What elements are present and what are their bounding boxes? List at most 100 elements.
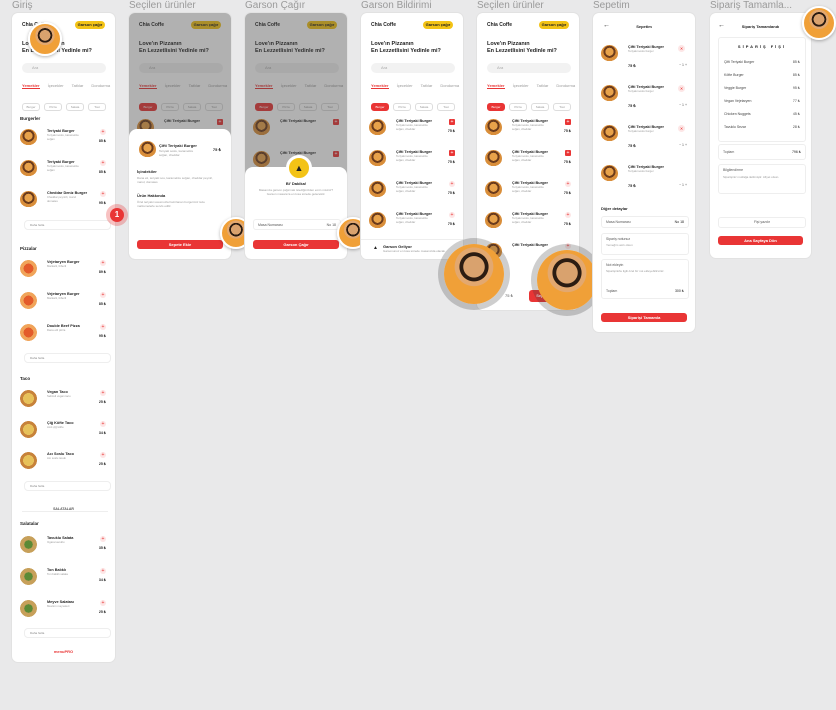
- menu-item[interactable]: Çifti Teriyaki Burger Teriyaki soslu, kar…: [369, 210, 455, 234]
- section-title: Burgerler: [20, 116, 41, 121]
- more-button[interactable]: Daha fazla: [24, 353, 111, 363]
- add-icon: +: [100, 324, 106, 330]
- menu-item[interactable]: Çifti Teriyaki Burger Teriyaki soslu, kar…: [369, 179, 455, 203]
- table-number-field[interactable]: Masa Numarası No 18: [601, 216, 689, 228]
- tab-yemekler: Yemekler: [22, 83, 40, 89]
- tab-icecekler: İçecekler: [47, 83, 64, 88]
- tab-tatlilar: Tatlılar: [71, 83, 84, 88]
- add-icon: +: [100, 421, 106, 427]
- menu-item[interactable]: Acı Soslu Taco Acı soslu tavuk 25 ₺ +: [20, 450, 106, 474]
- trash-icon[interactable]: ✕: [678, 45, 685, 52]
- trash-icon[interactable]: ✕: [678, 85, 685, 92]
- order-note-field[interactable]: Sipariş notunuz Yemeğim acılı olsun: [601, 233, 689, 255]
- ingredients-title: İçindekiler: [137, 169, 157, 174]
- waiter-call-button[interactable]: Garson çağır: [539, 21, 569, 29]
- frame-title-siparis: Sipariş Tamamla...: [710, 0, 793, 11]
- menu-item[interactable]: Teriyaki Burger Teriyaki soslu, karameliz…: [20, 158, 106, 182]
- search-input[interactable]: Ara: [371, 63, 455, 73]
- notification-toast: ▲ Garson Geliyor Garsonunuz en kısa süre…: [361, 239, 463, 259]
- menu-item[interactable]: Çiğ Köfte Taco Acılı çiğ köfte 34 ₺ +: [20, 419, 106, 443]
- menu-item[interactable]: Çifti Teriyaki Burger Teriyaki soslu, kar…: [485, 210, 571, 234]
- category-tabs[interactable]: Yemekler İçecekler Tatlılar Dondurma: [371, 83, 463, 89]
- menu-item[interactable]: Vejetaryen Burger Mantarlı, biberli 89 ₺ +: [20, 258, 106, 282]
- add-icon: +: [100, 390, 106, 396]
- menu-item[interactable]: Çifti Teriyaki Burger Teriyaki soslu, kar…: [369, 148, 455, 172]
- menu-item[interactable]: Cheddar Deniz Burger Cheddar peynirli, ma…: [20, 189, 106, 213]
- avatar-cursor: [444, 244, 504, 304]
- add-icon: +: [100, 260, 106, 266]
- brand: Chia Coffe: [371, 22, 396, 28]
- cart-item: Çifti Teriyaki Burger Teriyaki soslu burg…: [601, 123, 687, 153]
- frame-title-sepetim: Sepetim: [593, 0, 630, 11]
- about-text: Özel teriyaki sosumuzla hazırlanan burge…: [137, 200, 205, 208]
- other-details-title: Diğer detaylar: [601, 206, 628, 211]
- avatar-cursor: [802, 6, 836, 40]
- receipt-row: Vegan Vejetaryen 77 ₺: [724, 99, 800, 103]
- greeting: Love'ın PizzanınEn Lezzetlisini Yedinle …: [487, 41, 557, 54]
- quantity-stepper[interactable]: − 1 +: [679, 183, 687, 187]
- item-desc: Teriyaki soslu, karamelize soğan, chedda…: [159, 149, 194, 157]
- about-title: Ürün Hakkında: [137, 193, 166, 198]
- item-name: Çifti Teriyaki Burger: [159, 143, 197, 148]
- item-price: 75 ₺: [212, 147, 221, 152]
- tab-dondurma: Dondurma: [91, 83, 111, 88]
- quantity-stepper[interactable]: − 1 +: [679, 143, 687, 147]
- frame-title-secilen-2: Seçilen ürünler: [477, 0, 544, 11]
- quantity-stepper[interactable]: − 1 +: [679, 103, 687, 107]
- complete-order-button[interactable]: Siparişi Tamamla: [601, 313, 687, 322]
- menu-item[interactable]: Vejetaryen Burger Mantarlı, biberli 85 ₺ +: [20, 290, 106, 314]
- menu-item[interactable]: Double Beef Pizza Dana etli pizza 95 ₺ +: [20, 322, 106, 346]
- quantity-stepper[interactable]: − 1 +: [679, 63, 687, 67]
- table-number-field[interactable]: Masa Numarası No 18: [253, 219, 341, 230]
- receipt-row: Tavuklu Sezar 28 ₺: [724, 125, 800, 129]
- detail-sheet: Çifti Teriyaki Burger Teriyaki soslu, ka…: [129, 129, 231, 259]
- chip-filters[interactable]: Burger Pizza Salata Tost: [371, 95, 459, 113]
- cart-title: Sepetim: [636, 24, 652, 29]
- menu-item[interactable]: Çifti Teriyaki Burger Teriyaki soslu, kar…: [485, 148, 571, 172]
- home-button[interactable]: Ana Sayfaya Dön: [718, 236, 803, 245]
- receipt-heading: SİPARİŞ FİŞİ: [737, 44, 787, 49]
- menu-item[interactable]: Vegan Taco Sebzeli vegan taco 25 ₺ +: [20, 388, 106, 412]
- divider: [22, 511, 108, 512]
- phone-garson-bildirimi: Chia Coffe Garson çağır Love'ın Pizzanın…: [361, 13, 463, 259]
- more-button[interactable]: Daha fazla: [24, 220, 111, 230]
- note-field[interactable]: Not ekleyin Siparişinizle ilgili özel bir…: [601, 259, 689, 299]
- menu-item[interactable]: Ton Balıklı Ton balıklı salata 34 ₺ +: [20, 566, 106, 590]
- section-title: Taco: [20, 376, 31, 381]
- cart-item: Çifti Teriyaki Burger Teriyaki soslu burg…: [601, 83, 687, 113]
- brand: Chia Coffe: [487, 22, 512, 28]
- waiter-sheet: ▲ Bi' Dakika! Masanıza garson çağırmak i…: [245, 155, 347, 259]
- menu-item[interactable]: Çifti Teriyaki Burger Teriyaki soslu, kar…: [485, 179, 571, 203]
- add-icon: +: [100, 568, 106, 574]
- chip-filters[interactable]: Burger Pizza Salata Tost: [22, 95, 110, 113]
- frame-title-garson-cagir: Garson Çağır: [245, 0, 306, 11]
- chip-burger: Burger: [22, 103, 40, 111]
- add-icon: +: [100, 452, 106, 458]
- chip-filters[interactable]: Burger Pizza Salata Tost: [487, 95, 575, 113]
- add-icon: +: [100, 191, 106, 197]
- search-input[interactable]: Ara: [22, 63, 106, 73]
- add-icon: +: [100, 536, 106, 542]
- print-receipt-button[interactable]: Fişi yazdır: [718, 217, 806, 228]
- category-tabs[interactable]: Yemekler İçecekler Tatlılar Dondurma: [487, 83, 579, 89]
- add-icon: +: [100, 129, 106, 135]
- waiter-call-button[interactable]: Garson çağır: [423, 21, 453, 29]
- more-button[interactable]: Daha fazla: [24, 481, 111, 491]
- add-to-cart-button[interactable]: Sepete Ekle: [137, 240, 223, 249]
- menu-item[interactable]: Meyve Salatası Mevsim meyveleri 25 ₺ +: [20, 598, 106, 622]
- call-waiter-button[interactable]: Garson Çağır: [253, 240, 339, 249]
- menu-item[interactable]: Tavuklu Salata Izgara tavuklu 35 ₺ +: [20, 534, 106, 558]
- more-button[interactable]: Daha fazla: [24, 628, 111, 638]
- waiter-call-button[interactable]: Garson çağır: [75, 21, 105, 29]
- search-input[interactable]: Ara: [487, 63, 571, 73]
- category-tabs[interactable]: Yemekler İçecekler Tatlılar Dondurma: [22, 83, 115, 89]
- menu-item[interactable]: Çifti Teriyaki Burger Teriyaki soslu, kar…: [485, 117, 571, 141]
- bell-icon: ▲: [373, 245, 378, 251]
- burger-image: [139, 141, 156, 158]
- frame-title-secilen: Seçilen ürünler: [129, 0, 196, 11]
- menu-item[interactable]: Teriyaki Burger Teriyaki soslu, karameliz…: [20, 127, 106, 151]
- menu-item[interactable]: Çifti Teriyaki Burger Teriyaki soslu, kar…: [369, 117, 455, 141]
- notification-badge: 1: [110, 208, 124, 222]
- trash-icon[interactable]: ✕: [678, 125, 685, 132]
- phone-giris: Chia Coffe Garson çağır Love'ın Pizzanın…: [12, 13, 115, 662]
